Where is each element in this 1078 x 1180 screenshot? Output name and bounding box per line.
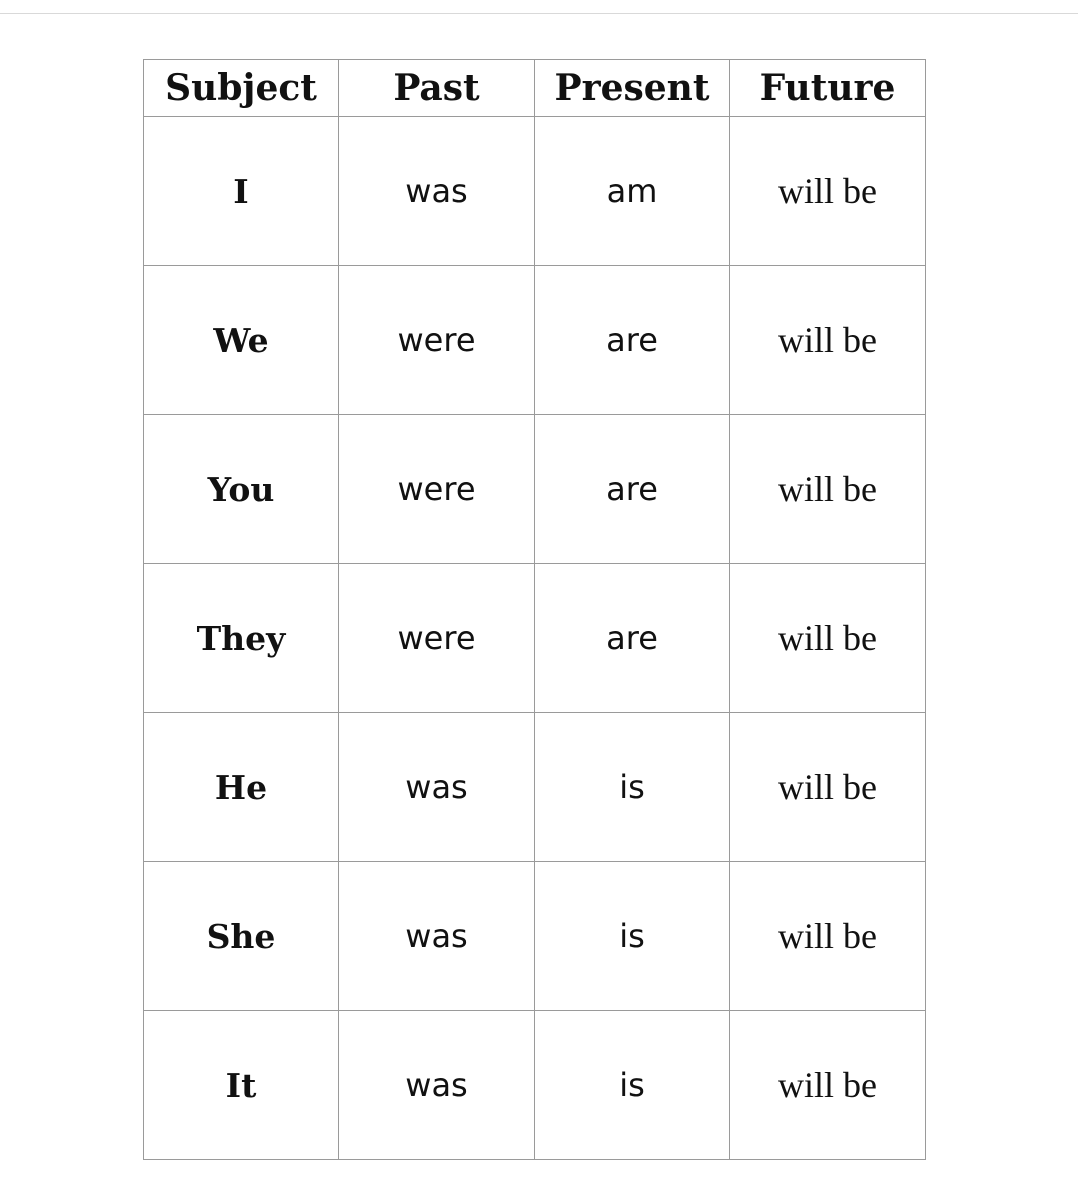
future-cell: will be [729, 861, 926, 1011]
table-row: They were are will be [143, 563, 926, 713]
present-cell: am [534, 116, 730, 266]
table-row: She was is will be [143, 861, 926, 1011]
verb-conjugation-table: Subject Past Present Future I was am wil… [143, 59, 926, 1160]
subject-cell: You [143, 414, 339, 564]
header-subject: Subject [143, 59, 339, 117]
past-cell: were [338, 265, 535, 415]
future-cell: will be [729, 563, 926, 713]
table-row: He was is will be [143, 712, 926, 862]
subject-cell: She [143, 861, 339, 1011]
future-cell: will be [729, 1010, 926, 1160]
present-cell: is [534, 1010, 730, 1160]
present-cell: are [534, 414, 730, 564]
document-page: Subject Past Present Future I was am wil… [0, 14, 1078, 1180]
present-cell: is [534, 712, 730, 862]
header-present: Present [534, 59, 730, 117]
table-header-row: Subject Past Present Future [143, 59, 926, 117]
subject-cell: It [143, 1010, 339, 1160]
header-future: Future [729, 59, 926, 117]
subject-cell: He [143, 712, 339, 862]
future-cell: will be [729, 712, 926, 862]
past-cell: was [338, 861, 535, 1011]
table-row: We were are will be [143, 265, 926, 415]
present-cell: is [534, 861, 730, 1011]
past-cell: was [338, 712, 535, 862]
table-row: You were are will be [143, 414, 926, 564]
subject-cell: We [143, 265, 339, 415]
past-cell: were [338, 414, 535, 564]
subject-cell: They [143, 563, 339, 713]
past-cell: was [338, 116, 535, 266]
subject-cell: I [143, 116, 339, 266]
past-cell: were [338, 563, 535, 713]
future-cell: will be [729, 265, 926, 415]
past-cell: was [338, 1010, 535, 1160]
present-cell: are [534, 265, 730, 415]
table-row: I was am will be [143, 116, 926, 266]
table-row: It was is will be [143, 1010, 926, 1160]
header-past: Past [338, 59, 535, 117]
future-cell: will be [729, 116, 926, 266]
present-cell: are [534, 563, 730, 713]
future-cell: will be [729, 414, 926, 564]
